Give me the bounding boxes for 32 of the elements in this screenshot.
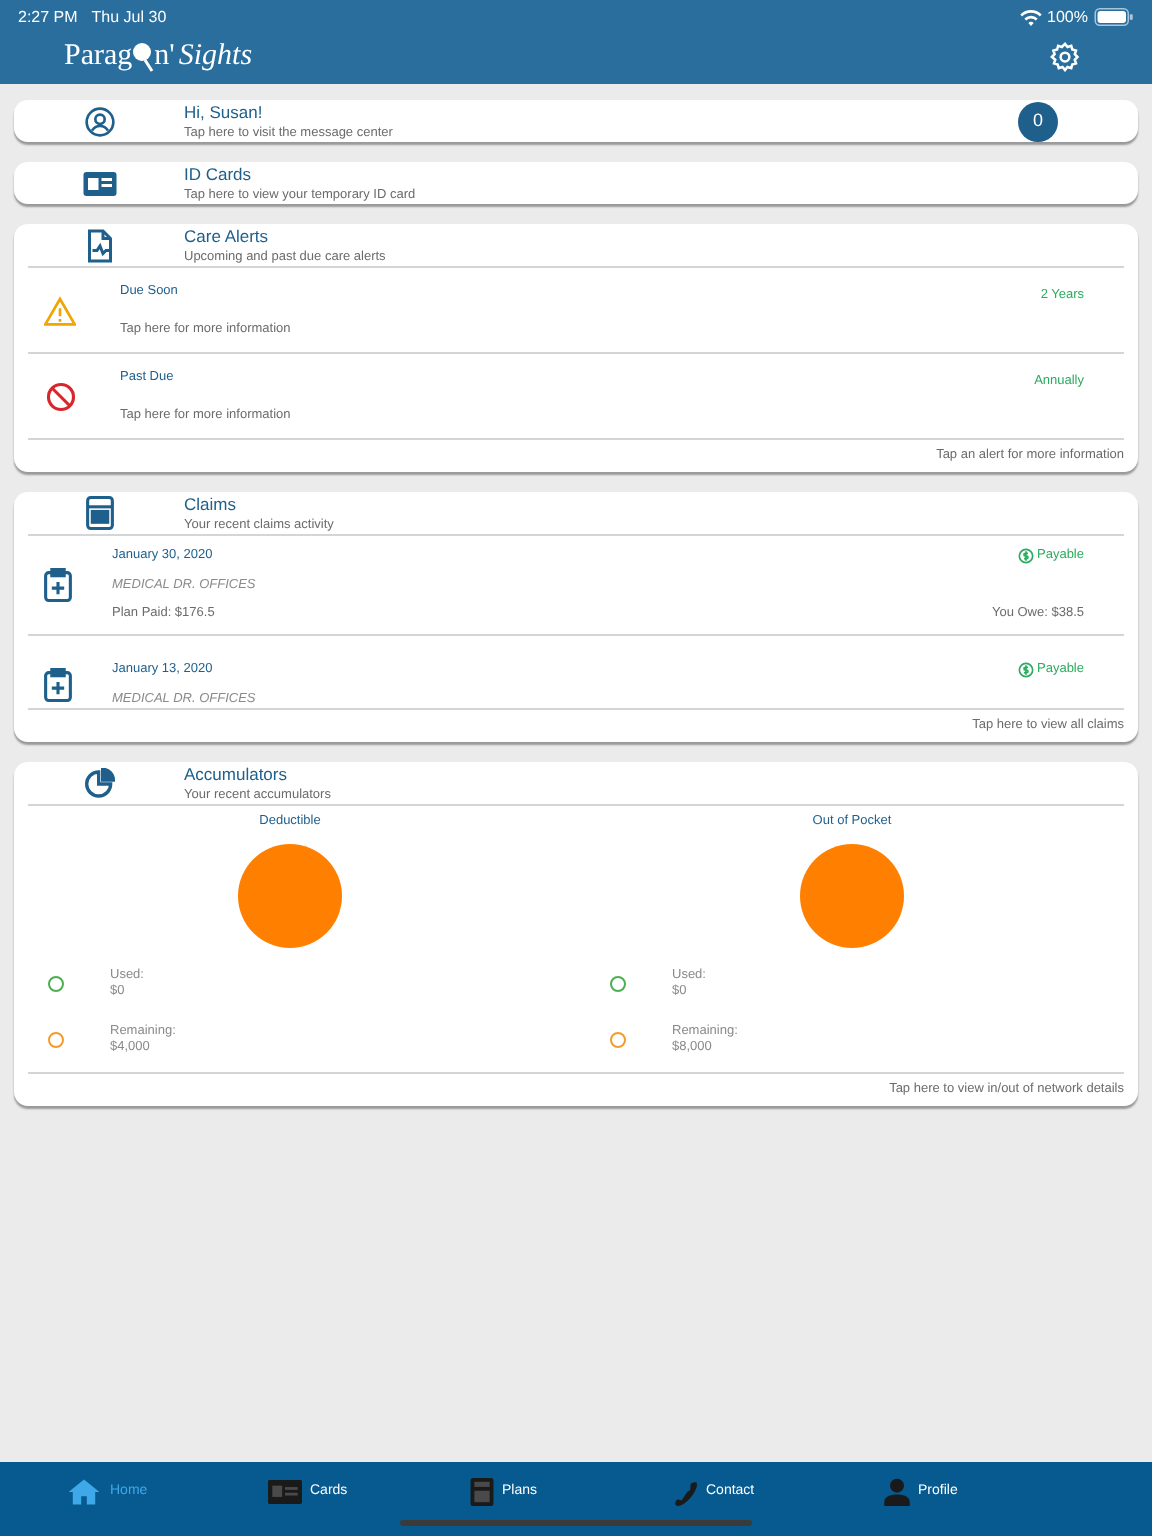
pie-chart-icon — [83, 767, 115, 799]
magnifier-icon — [132, 41, 155, 71]
id-card-icon — [81, 169, 117, 197]
document-icon — [83, 227, 115, 263]
prohibited-icon — [45, 381, 75, 411]
dollar-icon — [1017, 662, 1033, 679]
pie-chart-drawing — [800, 844, 904, 948]
clipboard-icon — [43, 568, 71, 602]
pie-chart-drawing — [238, 844, 342, 948]
card-title: ID Cards — [184, 162, 254, 186]
clipboard-icon — [43, 668, 71, 702]
profile-icon — [884, 1478, 910, 1506]
user-icon — [83, 105, 115, 137]
battery-percent: 100% — [1047, 5, 1088, 29]
cards-icon — [268, 1480, 302, 1504]
status-date: Thu Jul 30 — [91, 5, 167, 29]
warning-icon — [44, 295, 76, 325]
calculator-icon — [85, 496, 113, 530]
dollar-icon — [1017, 547, 1033, 564]
plans-icon — [470, 1478, 494, 1506]
status-time: 2:27 PM — [18, 5, 78, 29]
card-title: Claims — [184, 492, 238, 516]
contact-icon — [672, 1479, 698, 1505]
logo: Parag n'Sights — [64, 41, 253, 71]
card-title: Hi, Susan! — [184, 100, 265, 124]
settings-button[interactable] — [1050, 41, 1080, 71]
home-icon — [66, 1478, 102, 1506]
card-title: Accumulators — [184, 762, 289, 786]
card-title: Care Alerts — [184, 224, 271, 248]
message-count-badge: 0 — [1018, 101, 1058, 141]
battery-icon — [1094, 8, 1134, 26]
wifi-icon — [1019, 9, 1042, 25]
